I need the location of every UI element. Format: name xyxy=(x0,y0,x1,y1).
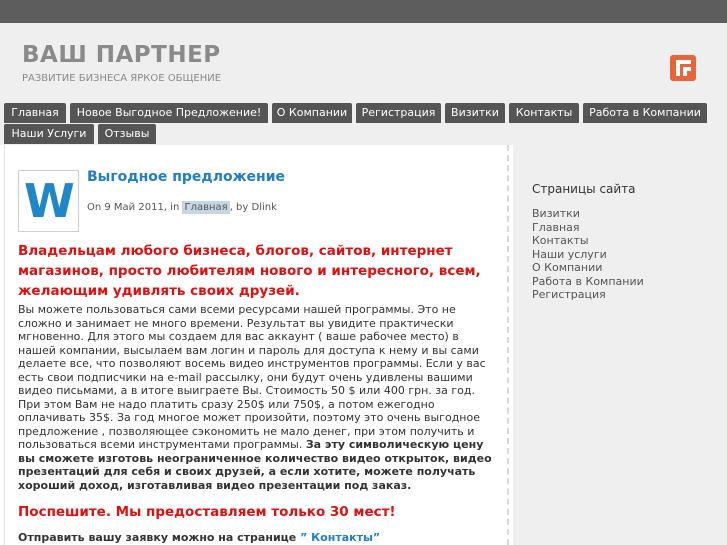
sidebar: Страницы сайта Визитки Главная Контакты … xyxy=(513,145,727,545)
post-lead: Владельцам любого бизнеса, блогов, сайто… xyxy=(18,243,481,299)
sidebar-item-jobs[interactable]: Работа в Компании xyxy=(532,275,644,289)
nav-tab-cards[interactable]: Визитки xyxy=(445,103,505,123)
sidebar-pages-list: Визитки Главная Контакты Наши услуги О К… xyxy=(532,207,644,302)
post-body: Вы можете пользоваться сами всеми ресурс… xyxy=(18,303,498,492)
post-author: , by Dlink xyxy=(229,202,277,213)
nav-tab-home[interactable]: Главная xyxy=(4,103,66,123)
nav-tab-reviews[interactable]: Отзывы xyxy=(98,124,156,144)
nav-tab-services[interactable]: Наши Услуги xyxy=(4,124,94,144)
column-divider xyxy=(507,145,509,545)
nav-tab-registration[interactable]: Регистрация xyxy=(356,103,441,123)
post-date: On 9 Май 2011, in xyxy=(87,202,180,213)
nav-tab-jobs[interactable]: Работа в Компании xyxy=(583,103,707,123)
post-thumbnail[interactable]: W xyxy=(18,170,79,232)
contacts-link[interactable]: ” Контакты” xyxy=(300,531,380,544)
top-bar xyxy=(0,0,727,23)
nav-tab-new-offer[interactable]: Новое Выгодное Предложение! xyxy=(70,103,268,123)
sidebar-item-services[interactable]: Наши услуги xyxy=(532,248,644,262)
post-content: W Выгодное предложение On 9 Май 2011, in… xyxy=(4,145,507,545)
sidebar-item-registration[interactable]: Регистрация xyxy=(532,288,644,302)
post-body-text: Вы можете пользоваться сами всеми ресурс… xyxy=(18,303,486,451)
nav-tab-about[interactable]: О Компании xyxy=(272,103,352,123)
apply-text: Отправить вашу заявку можно на странице xyxy=(18,531,301,544)
site-title[interactable]: ВАШ ПАРТНЕР xyxy=(22,42,221,68)
sidebar-title: Страницы сайта xyxy=(532,182,636,196)
site-header: ВАШ ПАРТНЕР РАЗВИТИЕ БИЗНЕСА ЯРКОЕ ОБЩЕН… xyxy=(0,23,727,101)
sidebar-item-about[interactable]: О Компании xyxy=(532,261,644,275)
post-hurry-notice: Поспешите. Мы предоставляем только 30 ме… xyxy=(18,504,396,520)
sidebar-item-contacts[interactable]: Контакты xyxy=(532,234,644,248)
site-description: РАЗВИТИЕ БИЗНЕСА ЯРКОЕ ОБЩЕНИЕ xyxy=(22,73,222,84)
post-meta: On 9 Май 2011, in Главная, by Dlink xyxy=(87,201,277,214)
sidebar-item-home[interactable]: Главная xyxy=(532,221,644,235)
nav-tab-contacts[interactable]: Контакты xyxy=(509,103,579,123)
thumbnail-letter: W xyxy=(24,174,75,228)
post-apply-line: Отправить вашу заявку можно на странице … xyxy=(18,531,380,544)
post-category-link[interactable]: Главная xyxy=(182,201,230,214)
sidebar-item-cards[interactable]: Визитки xyxy=(532,207,644,221)
rss-icon[interactable] xyxy=(670,55,696,81)
post-title[interactable]: Выгодное предложение xyxy=(87,169,285,185)
main-navigation: Главная Новое Выгодное Предложение! О Ко… xyxy=(0,101,727,145)
